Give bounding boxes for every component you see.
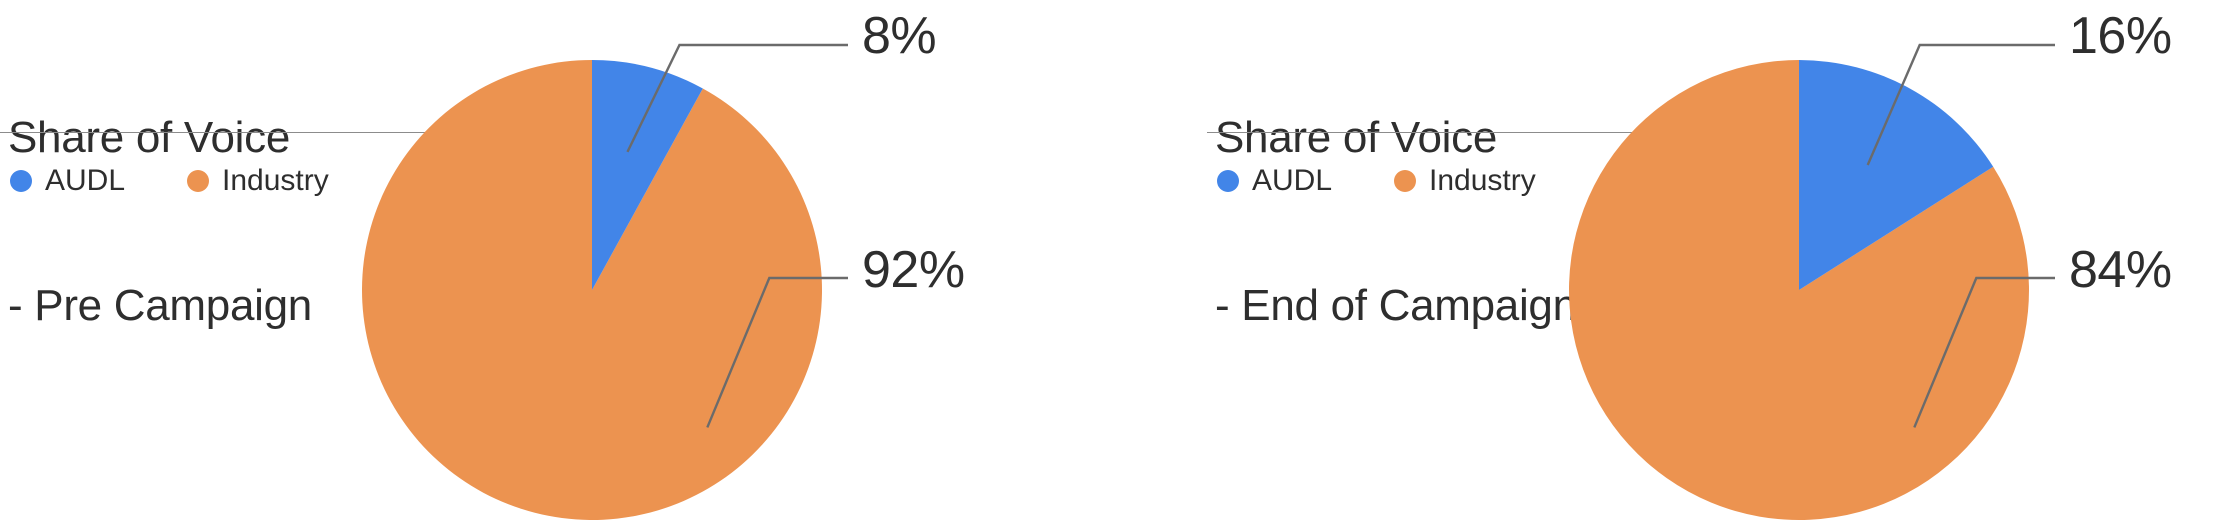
leader-line-bottom (1913, 276, 2055, 428)
value-label-audl: 16% (2069, 7, 2172, 65)
legend-item-industry[interactable]: Industry (1394, 164, 1536, 198)
legend-item-audl[interactable]: AUDL (10, 164, 125, 198)
legend-dot-industry-icon (187, 170, 210, 192)
chart-canvas: Share of Voice - Pre Campaign AUDL Indus… (0, 0, 2222, 524)
chart-legend: AUDL Industry (10, 164, 329, 198)
panel-title-line-2: - Pre Campaign (8, 281, 312, 330)
leader-line-top (626, 43, 848, 153)
legend-label-industry: Industry (1429, 164, 1536, 197)
legend-dot-audl-icon (10, 170, 32, 192)
chart-panel-pre-campaign: Share of Voice - Pre Campaign AUDL Indus… (0, 0, 1111, 524)
legend-label-audl: AUDL (1252, 164, 1333, 197)
leader-lines (1866, 43, 2055, 428)
leader-lines (626, 43, 848, 428)
legend-dot-audl-icon (1217, 170, 1239, 192)
value-label-industry: 84% (2069, 241, 2172, 299)
legend-label-audl: AUDL (45, 164, 126, 197)
legend-dot-industry-icon (1394, 170, 1417, 192)
value-label-audl: 8% (862, 7, 937, 65)
panel-title-line-2: - End of Campaign (1215, 281, 1577, 330)
chart-legend: AUDL Industry (1217, 164, 1536, 198)
chart-panel-end-of-campaign: Share of Voice - End of Campaign AUDL In… (1207, 0, 2222, 524)
leader-line-bottom (706, 276, 848, 428)
title-divider (0, 132, 426, 133)
title-divider (1207, 132, 1633, 133)
panel-title: Share of Voice - End of Campaign (1215, 0, 1645, 446)
value-label-industry: 92% (862, 241, 965, 299)
leader-line-top (1866, 43, 2055, 166)
legend-item-industry[interactable]: Industry (187, 164, 329, 198)
panel-title-line-1: Share of Voice (8, 113, 290, 162)
pie-slice-audl[interactable] (592, 60, 703, 290)
legend-item-audl[interactable]: AUDL (1217, 164, 1332, 198)
panel-title-line-1: Share of Voice (1215, 113, 1497, 162)
pie-slice-audl[interactable] (1799, 60, 1994, 290)
legend-label-industry: Industry (222, 164, 329, 197)
panel-title: Share of Voice - Pre Campaign (8, 0, 438, 446)
